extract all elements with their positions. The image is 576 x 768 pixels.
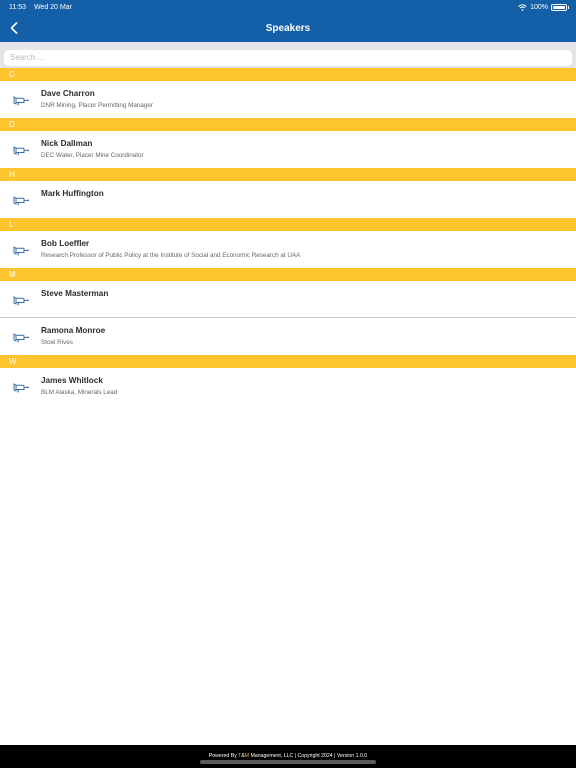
speaker-name: Dave Charron (41, 89, 95, 98)
speaker-row[interactable]: Bob Loeffler Research Professor of Public… (0, 231, 576, 268)
speaker-name: Bob Loeffler (41, 239, 90, 248)
speaker-list: C Dave Charron DNR Mining, Placer Permitti… (0, 68, 576, 405)
speaker-subtitle: Stoel Rives (41, 339, 73, 346)
section-header-h: H (0, 168, 576, 181)
battery-percent: 100% (530, 3, 548, 11)
search-input[interactable] (4, 49, 572, 66)
section-header-w: W (0, 355, 576, 368)
wifi-icon (518, 3, 527, 11)
section-header-l: L (0, 218, 576, 231)
status-date: Wed 20 Mar (33, 3, 72, 11)
footer-suffix: Management, LLC | Copyright 2024 | Versi… (249, 753, 368, 759)
back-button[interactable] (4, 18, 24, 38)
search-bar (0, 42, 576, 68)
speaker-name: Mark Huffington (41, 189, 104, 198)
speaker-subtitle: Research Professor of Public Policy at t… (41, 252, 301, 259)
footer: Powered By T&M Management, LLC | Copyrig… (0, 745, 576, 768)
megaphone-icon (13, 244, 29, 256)
status-left: 11:53 Wed 20 Mar (9, 4, 78, 11)
page-title: Speakers (265, 22, 311, 34)
speaker-subtitle: BLM Alaska, Minerals Lead (41, 389, 118, 396)
section-header-c: C (0, 68, 576, 81)
speaker-name: Ramona Monroe (41, 326, 106, 335)
status-right: 100% (518, 3, 569, 11)
speaker-row[interactable]: Ramona Monroe Stoel Rives (0, 318, 576, 355)
nav-bar: Speakers (0, 14, 576, 42)
speaker-row[interactable]: Nick Dallman DEC Water, Placer Mine Coord… (0, 131, 576, 168)
section-header-m: M (0, 268, 576, 281)
status-bar: 11:53 Wed 20 Mar 100% (0, 0, 576, 14)
megaphone-icon (13, 331, 29, 343)
chevron-left-icon (10, 22, 18, 34)
speaker-row[interactable]: Dave Charron DNR Mining, Placer Permittin… (0, 81, 576, 118)
speaker-name: Steve Masterman (41, 289, 109, 298)
speaker-name: Nick Dallman (41, 139, 93, 148)
speaker-row[interactable]: Steve Masterman (0, 281, 576, 318)
footer-prefix: Powered By (208, 753, 239, 759)
speaker-row[interactable]: James Whitlock BLM Alaska, Minerals Lead (0, 368, 576, 405)
speaker-subtitle: DEC Water, Placer Mine Coordinator (41, 152, 144, 159)
speaker-name: James Whitlock (41, 376, 103, 385)
footer-text: Powered By T&M Management, LLC | Copyrig… (0, 753, 576, 759)
megaphone-icon (13, 294, 29, 306)
speaker-row[interactable]: Mark Huffington (0, 181, 576, 218)
megaphone-icon (13, 194, 29, 206)
megaphone-icon (13, 144, 29, 156)
megaphone-icon (13, 94, 29, 106)
megaphone-icon (13, 381, 29, 393)
home-indicator (200, 760, 376, 764)
battery-icon (551, 3, 569, 11)
speaker-subtitle: DNR Mining, Placer Permitting Manager (41, 102, 153, 109)
section-header-d: D (0, 118, 576, 131)
status-time: 11:53 (9, 3, 26, 11)
